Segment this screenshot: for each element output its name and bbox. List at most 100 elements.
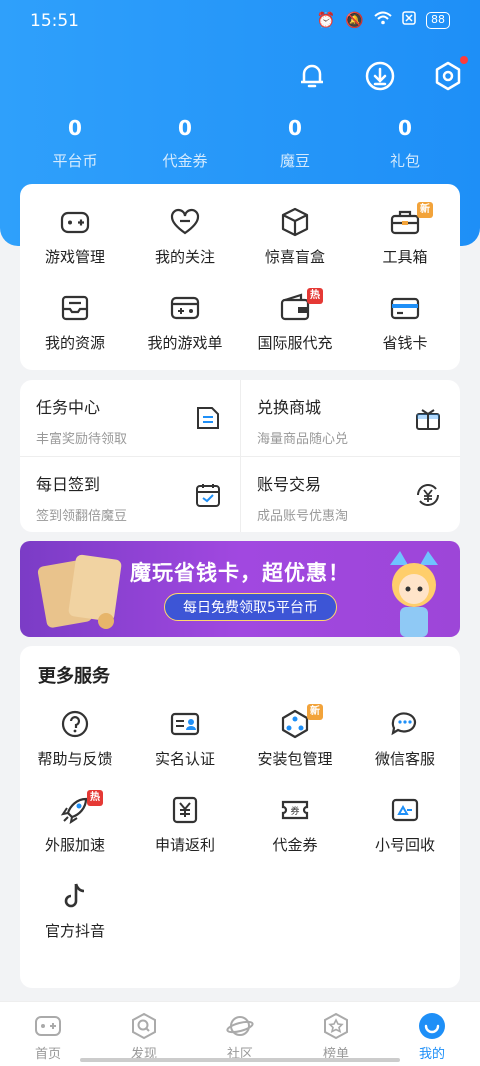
- service-label: 外服加速: [44, 836, 105, 854]
- chat-icon: [391, 712, 417, 736]
- home-indicator: [80, 1058, 400, 1062]
- card-icon: [390, 297, 420, 320]
- settings-icon[interactable]: [432, 56, 468, 92]
- ranking-icon: [324, 1012, 348, 1040]
- wallet-stats: 0 平台币 0 代金券 0 魔豆 0 礼包: [20, 116, 460, 171]
- service-voucher[interactable]: 券 代金券: [240, 776, 350, 862]
- voucher-icon: 券: [281, 800, 309, 820]
- new-badge: 新: [417, 202, 433, 218]
- service-real-name[interactable]: 实名认证: [130, 690, 240, 776]
- tool-label: 国际服代充: [257, 334, 333, 352]
- notification-bell-icon[interactable]: [296, 60, 328, 92]
- yen-exchange-icon: [417, 484, 439, 506]
- stat-gift-pack[interactable]: 0 礼包: [350, 116, 460, 171]
- planet-icon: [226, 1016, 254, 1036]
- service-wechat-support[interactable]: 微信客服: [350, 690, 460, 776]
- tool-label: 省钱卡: [382, 334, 428, 352]
- tool-label: 游戏管理: [44, 248, 105, 266]
- tool-label: 我的游戏单: [147, 334, 223, 352]
- tool-intl-topup[interactable]: 热 国际服代充: [240, 274, 350, 360]
- service-alt-recycle[interactable]: 小号回收: [350, 776, 460, 862]
- stat-voucher[interactable]: 0 代金券: [130, 116, 240, 171]
- tab-home[interactable]: 首页: [0, 1002, 96, 1066]
- service-rebate[interactable]: 申请返利: [130, 776, 240, 862]
- rebate-icon: [172, 796, 198, 824]
- service-label: 小号回收: [374, 836, 435, 854]
- discover-icon: [132, 1012, 156, 1040]
- gamepad-icon: [60, 211, 90, 234]
- service-label: 官方抖音: [44, 922, 105, 940]
- hot-badge: 热: [87, 790, 103, 806]
- tool-label: 惊喜盲盒: [264, 248, 325, 266]
- gift-icon: [416, 409, 440, 430]
- recycle-icon: [391, 798, 419, 822]
- status-bar: 15:51 ⏰ 🔕 88: [0, 0, 480, 42]
- daily-checkin[interactable]: 每日签到 签到领翻倍魔豆: [20, 456, 240, 532]
- game-list-icon: [170, 296, 200, 320]
- tool-label: 我的关注: [154, 248, 215, 266]
- status-time: 15:51: [30, 11, 79, 31]
- tool-my-follows[interactable]: 我的关注: [130, 188, 240, 274]
- battery-icon: 88: [426, 11, 450, 29]
- douyin-icon: [64, 883, 85, 908]
- download-icon[interactable]: [364, 60, 396, 92]
- account-trade[interactable]: 账号交易 成品账号优惠淘: [240, 456, 460, 532]
- settings-alert-dot: [460, 56, 468, 64]
- stat-platform-coin[interactable]: 0 平台币: [20, 116, 130, 171]
- service-help-feedback[interactable]: 帮助与反馈: [20, 690, 130, 776]
- tool-game-management[interactable]: 游戏管理: [20, 188, 130, 274]
- more-services-card: 更多服务 帮助与反馈 实名认证 新 安装包管理 微信客服 热 外服加速 申请返利…: [20, 646, 460, 988]
- calendar-check-icon: [196, 484, 220, 507]
- help-icon: [61, 710, 89, 738]
- tasks-card: 任务中心 丰富奖励待领取 兑换商城 海量商品随心兑 每日签到 签到领翻倍魔豆 账…: [20, 380, 460, 532]
- banner-pill: 每日免费领取5平台币: [164, 593, 337, 621]
- stat-value: 0: [178, 116, 192, 140]
- service-label: 安装包管理: [257, 750, 333, 768]
- mute-icon: 🔕: [345, 11, 364, 29]
- wifi-icon: [374, 11, 392, 29]
- tool-saving-card[interactable]: 省钱卡: [350, 274, 460, 360]
- service-label: 帮助与反馈: [37, 750, 113, 768]
- tab-discover[interactable]: 发现: [96, 1002, 192, 1066]
- service-overseas-accel[interactable]: 热 外服加速: [20, 776, 130, 862]
- exchange-mall[interactable]: 兑换商城 海量商品随心兑: [240, 380, 460, 456]
- service-douyin[interactable]: 官方抖音: [20, 862, 130, 948]
- task-list-icon: [197, 407, 219, 429]
- task-center[interactable]: 任务中心 丰富奖励待领取: [20, 380, 240, 456]
- box-icon: [281, 207, 309, 237]
- banner-title: 魔玩省钱卡，超优惠！: [130, 561, 350, 585]
- svg-text:券: 券: [290, 805, 299, 817]
- tool-label: 工具箱: [382, 248, 428, 266]
- stat-magic-bean[interactable]: 0 魔豆: [240, 116, 350, 171]
- mascot-icon: [390, 551, 438, 637]
- service-label: 微信客服: [374, 750, 435, 768]
- stat-label: 代金券: [162, 152, 208, 170]
- stat-value: 0: [398, 116, 412, 140]
- new-badge: 新: [307, 704, 323, 720]
- tool-toolbox[interactable]: 新 工具箱: [350, 188, 460, 274]
- mine-smile-icon: [419, 1013, 445, 1039]
- tab-ranking[interactable]: 榜单: [288, 1002, 384, 1066]
- stat-label: 魔豆: [279, 152, 310, 170]
- tool-my-game-list[interactable]: 我的游戏单: [130, 274, 240, 360]
- stat-label: 礼包: [389, 152, 420, 170]
- service-package-manager[interactable]: 新 安装包管理: [240, 690, 350, 776]
- tools-card: 游戏管理 我的关注 惊喜盲盒 新 工具箱 我的资源 我的游戏单 热 国际服代充 …: [20, 184, 460, 370]
- saving-card-banner[interactable]: 魔玩省钱卡，超优惠！ 每日免费领取5平台币: [20, 541, 460, 637]
- bottom-tab-bar: 首页 发现 社区 榜单 我的: [0, 1001, 480, 1066]
- home-gamepad-icon: [35, 1016, 61, 1036]
- stat-value: 0: [288, 116, 302, 140]
- heart-icon: [170, 208, 200, 235]
- tab-community[interactable]: 社区: [192, 1002, 288, 1066]
- resource-icon: [61, 295, 89, 321]
- tab-mine[interactable]: 我的: [384, 1002, 480, 1066]
- tool-blind-box[interactable]: 惊喜盲盒: [240, 188, 350, 274]
- service-label: 代金券: [272, 836, 318, 854]
- service-label: 申请返利: [154, 836, 215, 854]
- hot-badge: 热: [307, 288, 323, 304]
- alarm-icon: ⏰: [316, 11, 336, 29]
- stat-value: 0: [68, 116, 82, 140]
- sim-icon: [402, 11, 416, 29]
- id-card-icon: [170, 712, 200, 736]
- tool-my-resources[interactable]: 我的资源: [20, 274, 130, 360]
